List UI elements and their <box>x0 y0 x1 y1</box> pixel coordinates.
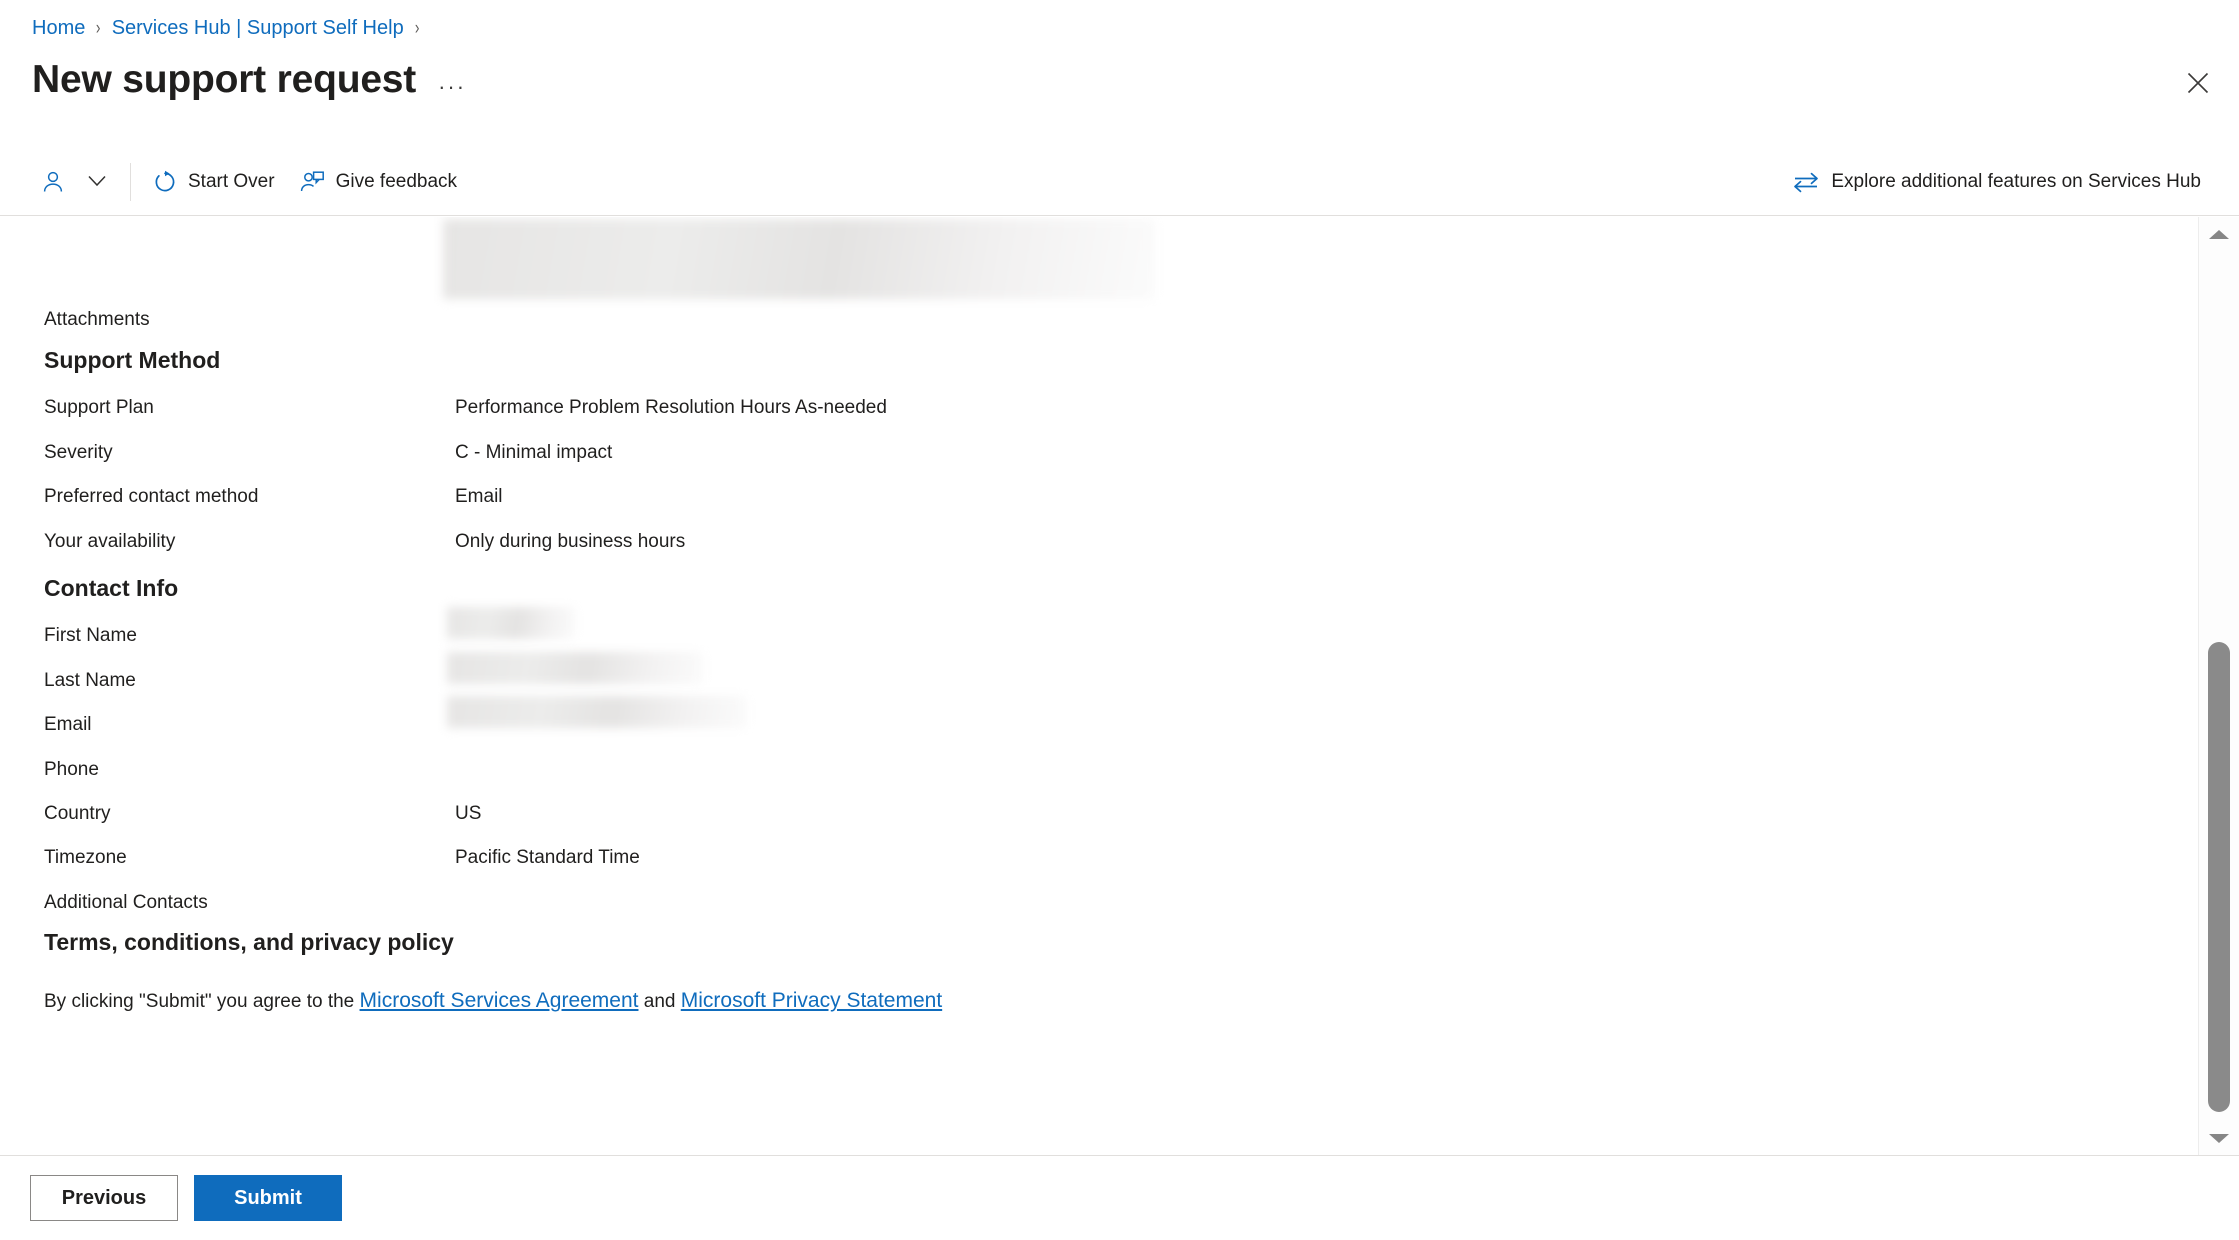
person-icon <box>40 169 66 195</box>
preferred-contact-method-value: Email <box>455 486 503 507</box>
email-label: Email <box>44 714 92 735</box>
title-row: New support request ··· <box>32 58 466 103</box>
form-footer: Previous Submit <box>0 1155 2239 1240</box>
breadcrumb-separator-icon: › <box>414 17 420 39</box>
new-support-request-page: Home › Services Hub | Support Self Help … <box>0 0 2239 1240</box>
phone-label: Phone <box>44 759 99 780</box>
vertical-scrollbar[interactable] <box>2198 217 2239 1155</box>
country-value: US <box>455 803 482 824</box>
timezone-value: Pacific Standard Time <box>455 847 640 868</box>
persona-menu-button[interactable] <box>28 159 120 205</box>
refresh-icon <box>153 170 177 194</box>
section-heading-contact-info: Contact Info <box>44 575 179 601</box>
command-bar: Start Over Give feedback Explore additio… <box>0 148 2239 216</box>
explore-services-hub-label: Explore additional features on Services … <box>1831 170 2201 192</box>
redacted-first-name-value <box>447 607 575 639</box>
your-availability-label: Your availability <box>44 531 176 552</box>
scroll-up-arrow-icon[interactable] <box>2199 219 2239 249</box>
chevron-down-icon <box>88 175 106 188</box>
submit-button[interactable]: Submit <box>194 1175 342 1221</box>
severity-value: C - Minimal impact <box>455 442 613 463</box>
page-title: New support request <box>32 58 417 101</box>
previous-button[interactable]: Previous <box>30 1175 178 1221</box>
support-plan-label: Support Plan <box>44 397 154 418</box>
breadcrumb-item-services-hub[interactable]: Services Hub | Support Self Help <box>112 17 404 40</box>
form-row-severity: Severity C - Minimal impact <box>0 438 2198 468</box>
section-heading-terms: Terms, conditions, and privacy policy <box>44 929 454 955</box>
redacted-description-value <box>443 219 1155 299</box>
form-content-area: Attachments Support Method Support Plan … <box>0 217 2198 1155</box>
form-row-preferred-contact-method: Preferred contact method Email <box>0 482 2198 512</box>
close-icon <box>2187 72 2209 94</box>
microsoft-privacy-statement-link[interactable]: Microsoft Privacy Statement <box>681 989 942 1012</box>
form-row-first-name: First Name <box>0 607 2198 651</box>
form-row-email: Email <box>0 696 2198 740</box>
form-row-attachments: Attachments <box>0 305 2198 335</box>
command-bar-right-group: Explore additional features on Services … <box>1780 148 2239 215</box>
close-button[interactable] <box>2175 60 2221 106</box>
scroll-down-arrow-icon[interactable] <box>2199 1123 2239 1153</box>
terms-agreement-text: By clicking "Submit" you agree to the Mi… <box>44 989 942 1013</box>
start-over-button[interactable]: Start Over <box>141 159 287 205</box>
your-availability-value: Only during business hours <box>455 531 686 552</box>
form-row-last-name: Last Name <box>0 652 2198 696</box>
form-row-timezone: Timezone Pacific Standard Time <box>0 843 2198 873</box>
explore-services-hub-button[interactable]: Explore additional features on Services … <box>1780 159 2213 205</box>
form-row-support-plan: Support Plan Performance Problem Resolut… <box>0 393 2198 423</box>
terms-prefix: By clicking "Submit" you agree to the <box>44 991 360 1012</box>
two-way-arrows-icon <box>1792 171 1820 193</box>
command-bar-divider <box>130 162 131 201</box>
form-row-phone: Phone <box>0 755 2198 785</box>
terms-middle: and <box>638 991 681 1012</box>
first-name-label: First Name <box>44 625 137 646</box>
microsoft-services-agreement-link[interactable]: Microsoft Services Agreement <box>360 989 639 1012</box>
redacted-last-name-value <box>447 652 703 684</box>
form-row-country: Country US <box>0 799 2198 829</box>
command-bar-left-group: Start Over Give feedback <box>0 148 469 215</box>
additional-contacts-label: Additional Contacts <box>44 892 208 913</box>
severity-label: Severity <box>44 442 113 463</box>
section-heading-support-method: Support Method <box>44 347 221 373</box>
overflow-menu-button[interactable]: ··· <box>438 60 466 100</box>
last-name-label: Last Name <box>44 670 136 691</box>
give-feedback-button[interactable]: Give feedback <box>287 159 469 205</box>
breadcrumb-separator-icon: › <box>96 17 101 39</box>
form-row-additional-contacts: Additional Contacts <box>0 888 2198 918</box>
preferred-contact-method-label: Preferred contact method <box>44 486 259 507</box>
start-over-label: Start Over <box>188 170 275 192</box>
scrollbar-thumb[interactable] <box>2208 642 2230 1112</box>
breadcrumb-item-home[interactable]: Home <box>32 17 85 40</box>
redacted-email-value <box>447 696 747 728</box>
breadcrumb: Home › Services Hub | Support Self Help … <box>32 12 420 44</box>
attachments-label: Attachments <box>44 309 150 330</box>
person-feedback-icon <box>299 169 325 195</box>
support-plan-value: Performance Problem Resolution Hours As-… <box>455 397 887 418</box>
give-feedback-label: Give feedback <box>335 170 458 192</box>
country-label: Country <box>44 803 111 824</box>
form-row-your-availability: Your availability Only during business h… <box>0 527 2198 557</box>
timezone-label: Timezone <box>44 847 127 868</box>
